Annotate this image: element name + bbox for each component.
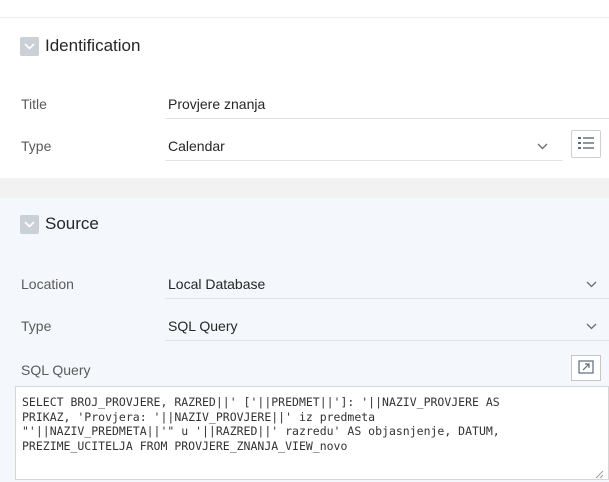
list-button[interactable] [571, 130, 601, 158]
source-title: Source [45, 214, 99, 233]
source-type-underline [165, 340, 609, 341]
identification-header[interactable]: Identification [20, 36, 140, 56]
source-header[interactable]: Source [20, 214, 99, 234]
top-strip [0, 0, 609, 18]
chevron-down-icon[interactable] [537, 139, 548, 153]
expand-editor-button[interactable] [571, 355, 601, 381]
title-field[interactable]: Provjere znanja [168, 96, 265, 112]
title-field-underline [165, 118, 609, 119]
type-select[interactable]: Calendar [168, 138, 225, 154]
section-separator [0, 178, 609, 198]
type-select-underline [165, 160, 563, 161]
list-icon [578, 136, 594, 153]
expand-editor-icon [578, 359, 594, 377]
location-select-underline [165, 298, 609, 299]
location-label: Location [21, 276, 74, 292]
sql-query-label: SQL Query [21, 362, 91, 378]
chevron-down-icon[interactable] [20, 214, 39, 234]
identification-title: Identification [45, 36, 141, 55]
sql-query-text[interactable]: SELECT BROJ_PROVJERE, RAZRED||' ['||PRED… [22, 395, 604, 453]
source-type-label: Type [21, 318, 52, 334]
sql-query-editor[interactable]: SELECT BROJ_PROVJERE, RAZRED||' ['||PRED… [15, 386, 609, 480]
chevron-down-icon[interactable] [586, 277, 597, 291]
chevron-down-icon[interactable] [586, 319, 597, 333]
chevron-down-icon[interactable] [20, 36, 39, 56]
source-type-select[interactable]: SQL Query [168, 318, 238, 334]
location-select[interactable]: Local Database [168, 276, 265, 292]
resize-grip-icon[interactable] [594, 466, 604, 479]
title-label: Title [21, 96, 47, 112]
type-label: Type [21, 138, 52, 154]
